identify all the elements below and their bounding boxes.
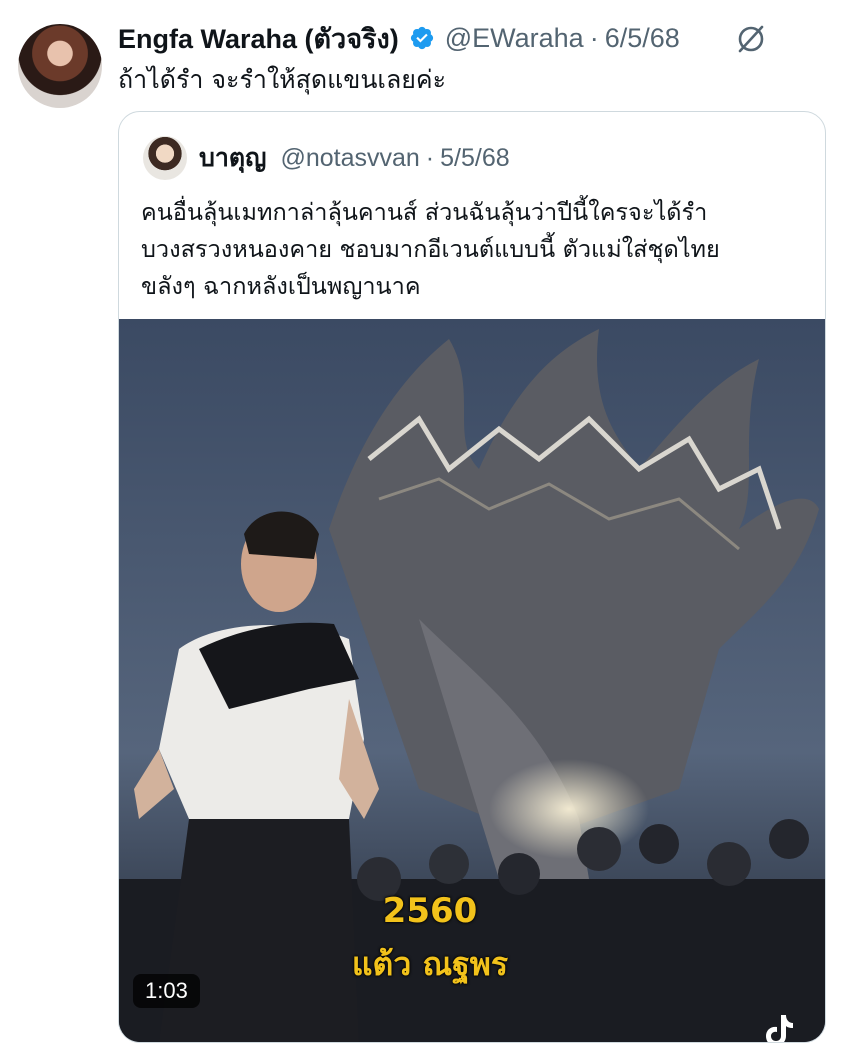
video-caption-name: แต้ว ณฐพร bbox=[351, 945, 509, 983]
quoted-text-line: ขลังๆ ฉากหลังเป็นพญานาค bbox=[141, 272, 421, 300]
grok-icon[interactable] bbox=[734, 22, 768, 56]
video-frame bbox=[119, 319, 825, 1042]
author-handle[interactable]: @EWaraha bbox=[445, 23, 584, 54]
quoted-date[interactable]: 5/5/68 bbox=[440, 144, 510, 173]
quoted-header: บาตุญ @notasvvan · 5/5/68 bbox=[199, 140, 510, 176]
quoted-author-name[interactable]: บาตุญ bbox=[199, 138, 266, 178]
video-player[interactable]: 2560 แต้ว ณฐพร 1:03 bbox=[119, 319, 825, 1042]
tweet-date[interactable]: 6/5/68 bbox=[605, 23, 680, 54]
tweet-text: ถ้าได้รำ จะรำให้สุดแขนเลยค่ะ bbox=[118, 65, 447, 94]
separator-dot: · bbox=[589, 22, 599, 53]
tweet-header: Engfa Waraha (ตัวจริง) @EWaraha · 6/5/68 bbox=[118, 18, 680, 58]
author-name[interactable]: Engfa Waraha (ตัวจริง) bbox=[118, 17, 399, 60]
quoted-text-line: คนอื่นลุ้นเมทกาล่าลุ้นคานส์ ส่วนฉันลุ้นว… bbox=[141, 198, 708, 226]
quoted-text-line: บวงสรวงหนองคาย ชอบมากอีเวนต์แบบนี้ ตัวแม… bbox=[141, 235, 720, 263]
tiktok-icon bbox=[766, 1015, 793, 1042]
video-caption-year: 2560 bbox=[382, 891, 478, 931]
quoted-tweet-card[interactable]: บาตุญ @notasvvan · 5/5/68 คนอื่นลุ้นเมทก… bbox=[118, 111, 826, 1043]
avatar[interactable] bbox=[18, 24, 102, 108]
video-duration-badge: 1:03 bbox=[133, 974, 200, 1008]
separator-dot: · bbox=[425, 143, 435, 172]
quoted-avatar[interactable] bbox=[143, 136, 187, 180]
quoted-author-handle[interactable]: @notasvvan bbox=[280, 144, 419, 173]
verified-badge-icon bbox=[410, 26, 433, 50]
quoted-text: คนอื่นลุ้นเมทกาล่าลุ้นคานส์ ส่วนฉันลุ้นว… bbox=[141, 194, 811, 305]
